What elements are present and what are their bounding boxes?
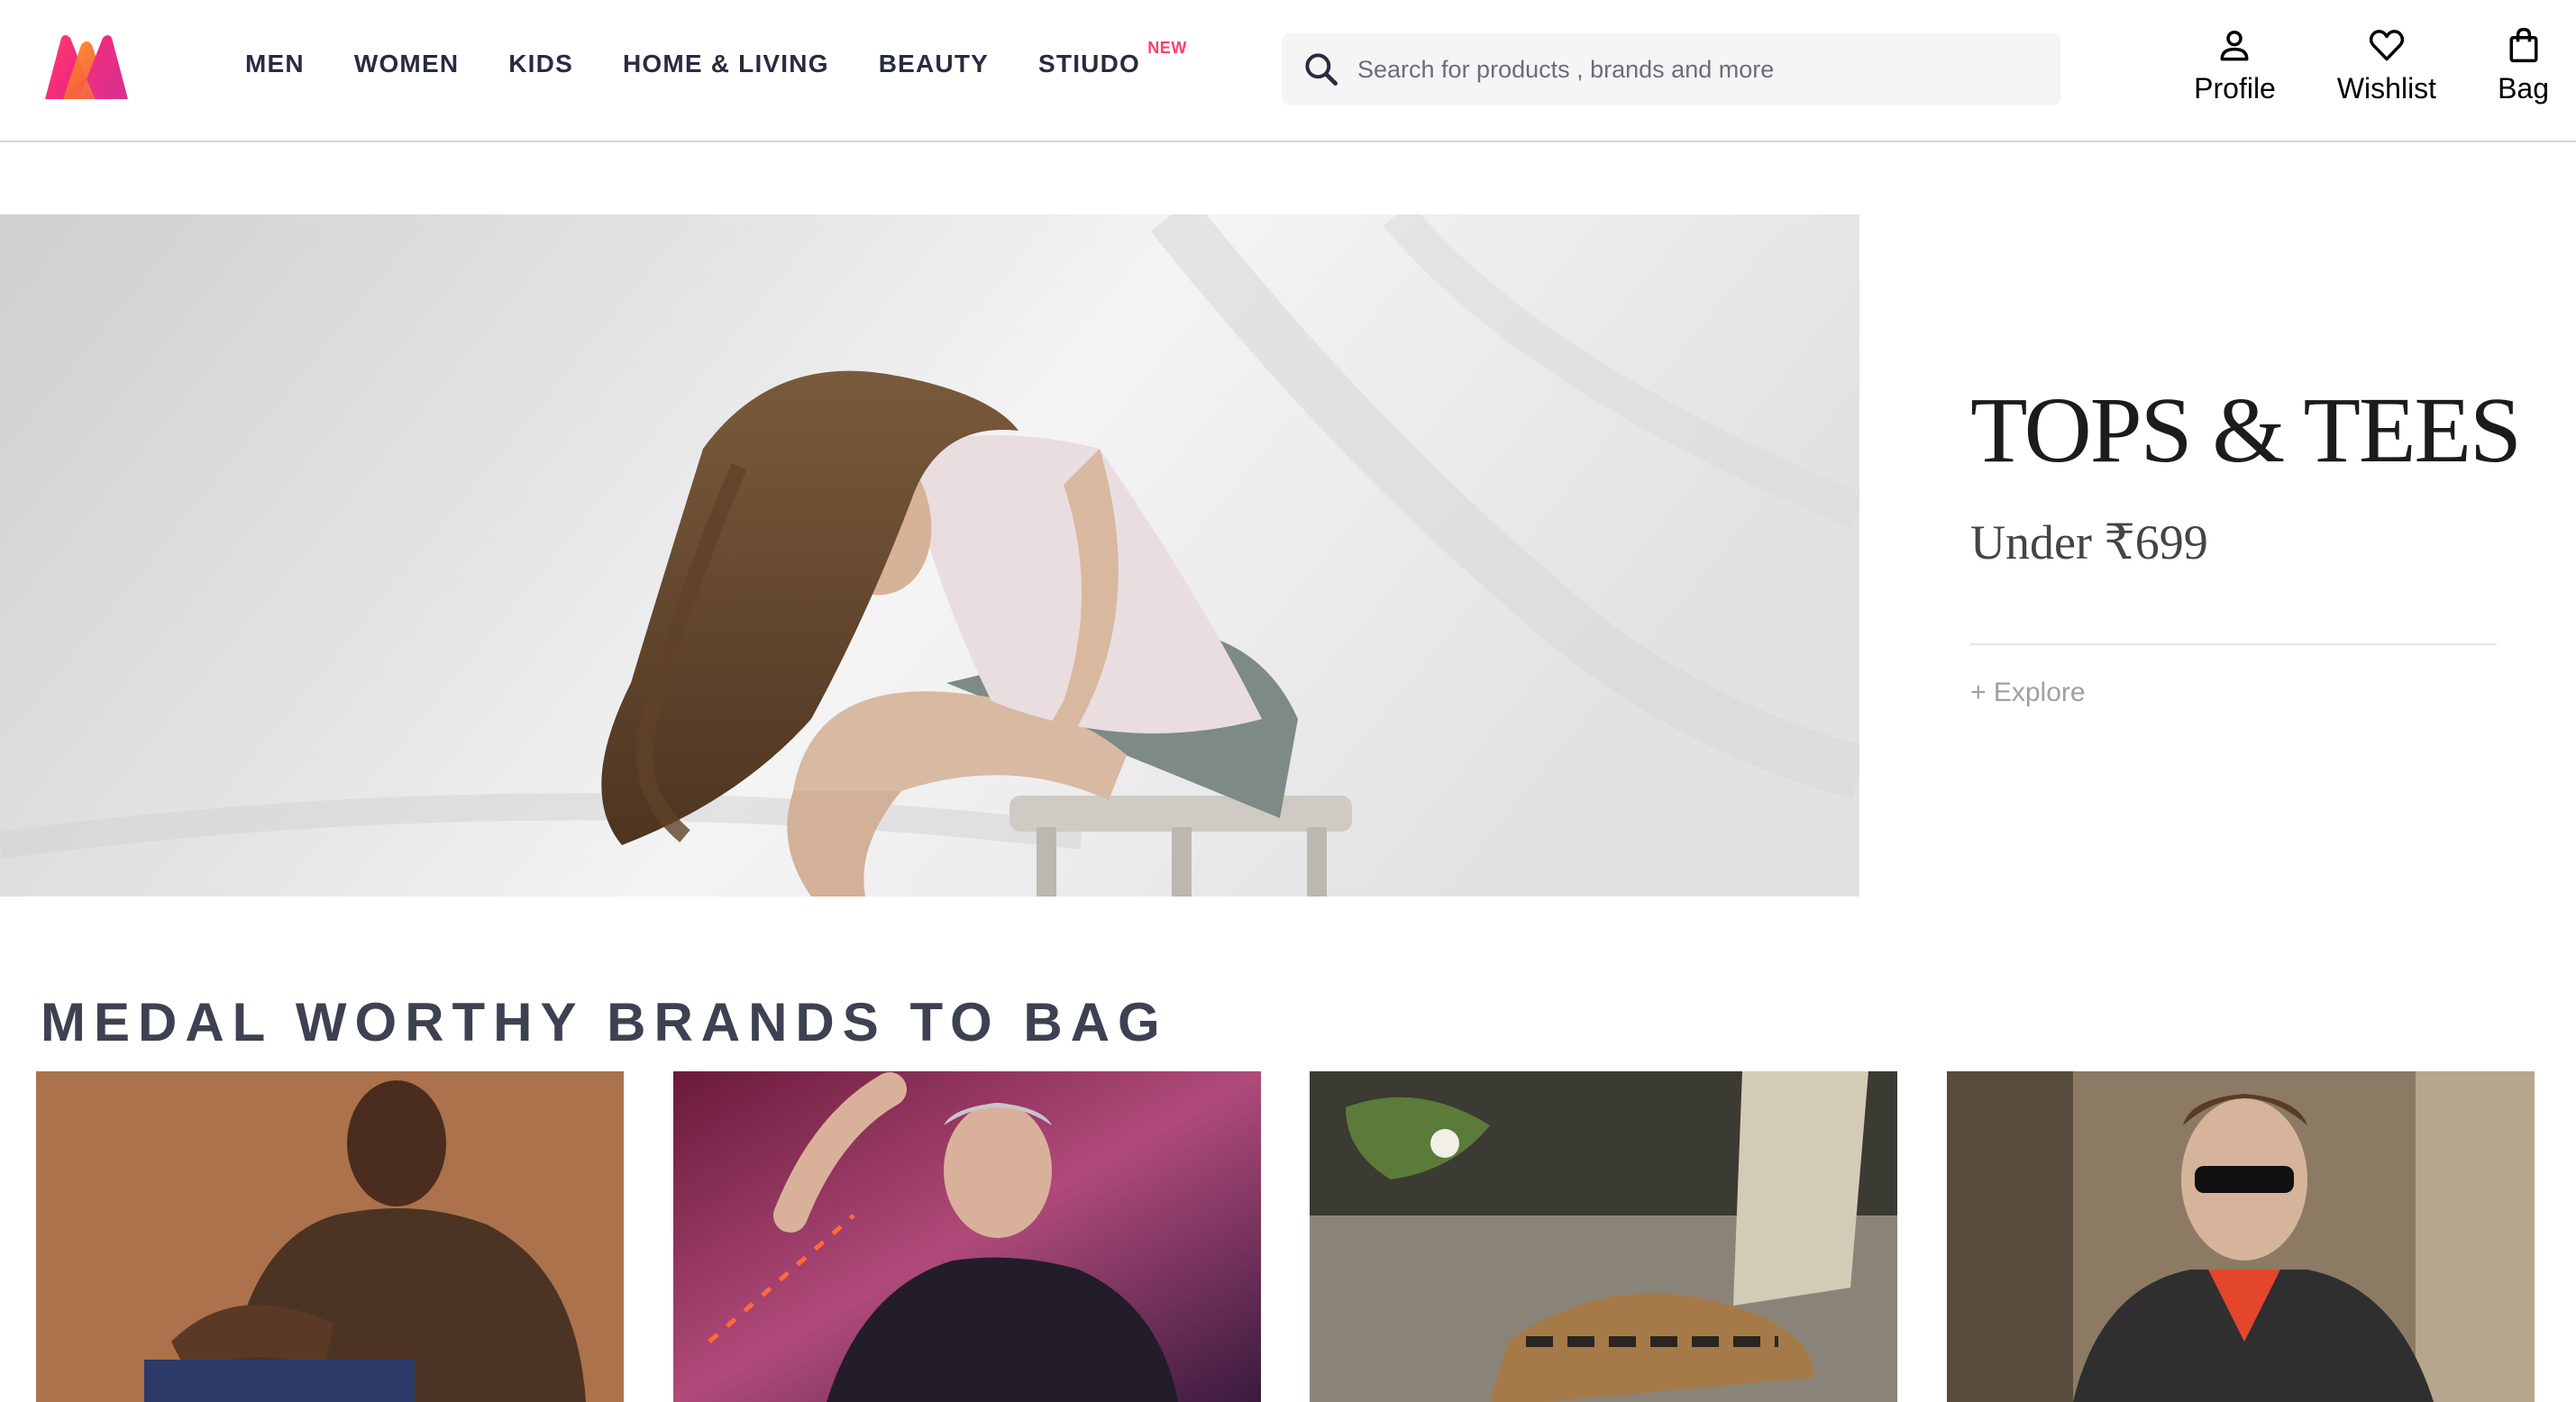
nav-label: WOMEN bbox=[353, 50, 460, 77]
nav-label: BEAUTY bbox=[878, 50, 990, 77]
profile-button[interactable]: Profile bbox=[2194, 25, 2276, 105]
brand-image-man-brown-tee bbox=[36, 1071, 624, 1402]
brand-card-2[interactable] bbox=[673, 1071, 1261, 1402]
nav-item-kids[interactable]: KIDS bbox=[508, 50, 573, 78]
brand-card-3[interactable] bbox=[1310, 1071, 1897, 1402]
bag-label: Bag bbox=[2498, 72, 2549, 105]
section-title: MEDAL WORTHY BRANDS TO BAG bbox=[41, 992, 1168, 1052]
nav-item-home-living[interactable]: HOME & LIVING bbox=[623, 50, 829, 78]
nav-label: MEN bbox=[245, 50, 305, 77]
site-header: MEN WOMEN KIDS HOME & LIVING BEAUTY STIU… bbox=[0, 0, 2576, 142]
nav-label: STIUDO bbox=[1038, 50, 1140, 77]
hero-image[interactable] bbox=[0, 214, 1859, 897]
profile-icon bbox=[2220, 30, 2249, 61]
search-icon[interactable] bbox=[1302, 50, 1341, 89]
main-nav: MEN WOMEN KIDS HOME & LIVING BEAUTY STIU… bbox=[245, 0, 1190, 128]
hero-title: TOPS & TEES bbox=[1970, 378, 2522, 482]
new-badge: NEW bbox=[1147, 39, 1187, 57]
hero-subtitle: Under ₹699 bbox=[1970, 515, 2208, 569]
brand-image-man-sunglasses-jacket bbox=[1947, 1071, 2535, 1402]
search-bar[interactable] bbox=[1282, 33, 2060, 105]
wishlist-label: Wishlist bbox=[2336, 72, 2437, 105]
search-input[interactable] bbox=[1341, 33, 2060, 105]
hero-divider bbox=[1970, 643, 2497, 645]
brand-card-1[interactable] bbox=[36, 1071, 624, 1402]
bag-icon bbox=[2509, 27, 2538, 63]
nav-label: KIDS bbox=[508, 50, 573, 77]
hero-photo-woman-on-stool bbox=[0, 214, 1859, 897]
nav-label: HOME & LIVING bbox=[622, 50, 829, 77]
hero-banner[interactable]: TOPS & TEES Under ₹699 + Explore bbox=[0, 214, 2576, 897]
wishlist-button[interactable]: Wishlist bbox=[2337, 25, 2436, 105]
brand-image-man-printed-tee bbox=[673, 1071, 1261, 1402]
header-actions: Profile Wishlist Bag bbox=[2133, 25, 2549, 105]
profile-label: Profile bbox=[2194, 72, 2276, 105]
brand-image-sneakers bbox=[1310, 1071, 1897, 1402]
heart-icon bbox=[2369, 30, 2405, 61]
nav-item-women[interactable]: WOMEN bbox=[354, 50, 459, 78]
bag-button[interactable]: Bag bbox=[2498, 25, 2549, 105]
myntra-logo-icon[interactable] bbox=[41, 32, 132, 103]
brand-card-4[interactable] bbox=[1947, 1071, 2535, 1402]
nav-item-beauty[interactable]: BEAUTY bbox=[879, 50, 989, 78]
nav-item-men[interactable]: MEN bbox=[245, 50, 305, 78]
hero-text-panel: TOPS & TEES Under ₹699 + Explore bbox=[1970, 214, 2522, 897]
explore-link[interactable]: + Explore bbox=[1970, 678, 2086, 708]
nav-item-studio[interactable]: STIUDO NEW bbox=[1038, 39, 1186, 78]
